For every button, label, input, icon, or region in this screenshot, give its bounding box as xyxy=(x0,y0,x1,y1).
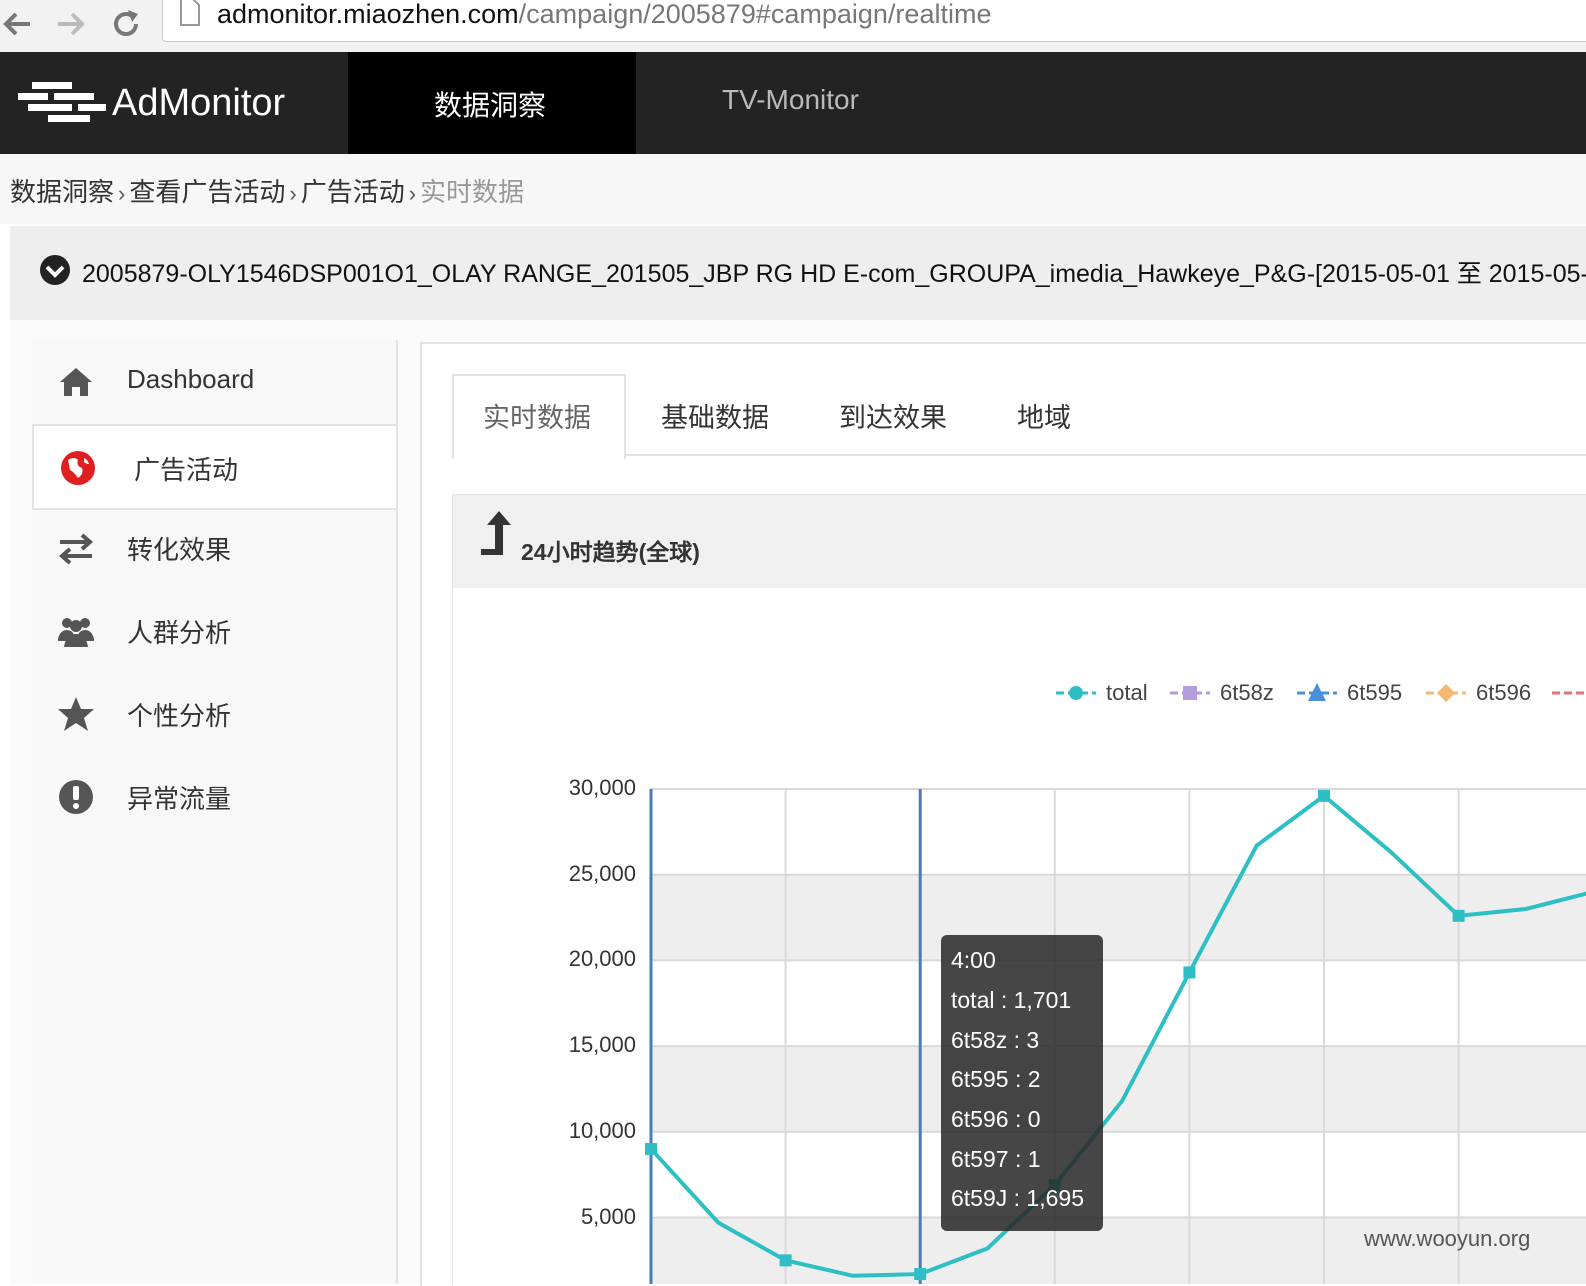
line-chart xyxy=(645,788,1586,1284)
series-line-total xyxy=(649,793,1586,1278)
data-point xyxy=(645,1142,657,1155)
plot-band xyxy=(651,1046,1586,1132)
data-point xyxy=(779,1254,792,1267)
tooltip-line: 6t58z : 3 xyxy=(951,1027,1040,1053)
data-point xyxy=(1452,909,1465,922)
data-point xyxy=(1183,966,1196,979)
tooltip-line: total : 1,701 xyxy=(951,987,1072,1013)
tooltip-line: 6t59J : 1,695 xyxy=(951,1185,1084,1211)
data-point xyxy=(1318,789,1330,802)
tooltip-line: 6t596 : 0 xyxy=(951,1106,1041,1132)
tooltip-line: 6t597 : 1 xyxy=(951,1146,1041,1172)
plot-band xyxy=(651,874,1586,961)
data-point xyxy=(914,1268,927,1281)
watermark: www.wooyun.org xyxy=(1364,1226,1531,1251)
tooltip-line: 4:00 xyxy=(951,947,996,973)
tooltip-line: 6t595 : 2 xyxy=(951,1066,1041,1092)
chart-tooltip: 4:00 total : 1,701 6t58z : 3 6t595 : 2 6… xyxy=(941,935,1103,1231)
